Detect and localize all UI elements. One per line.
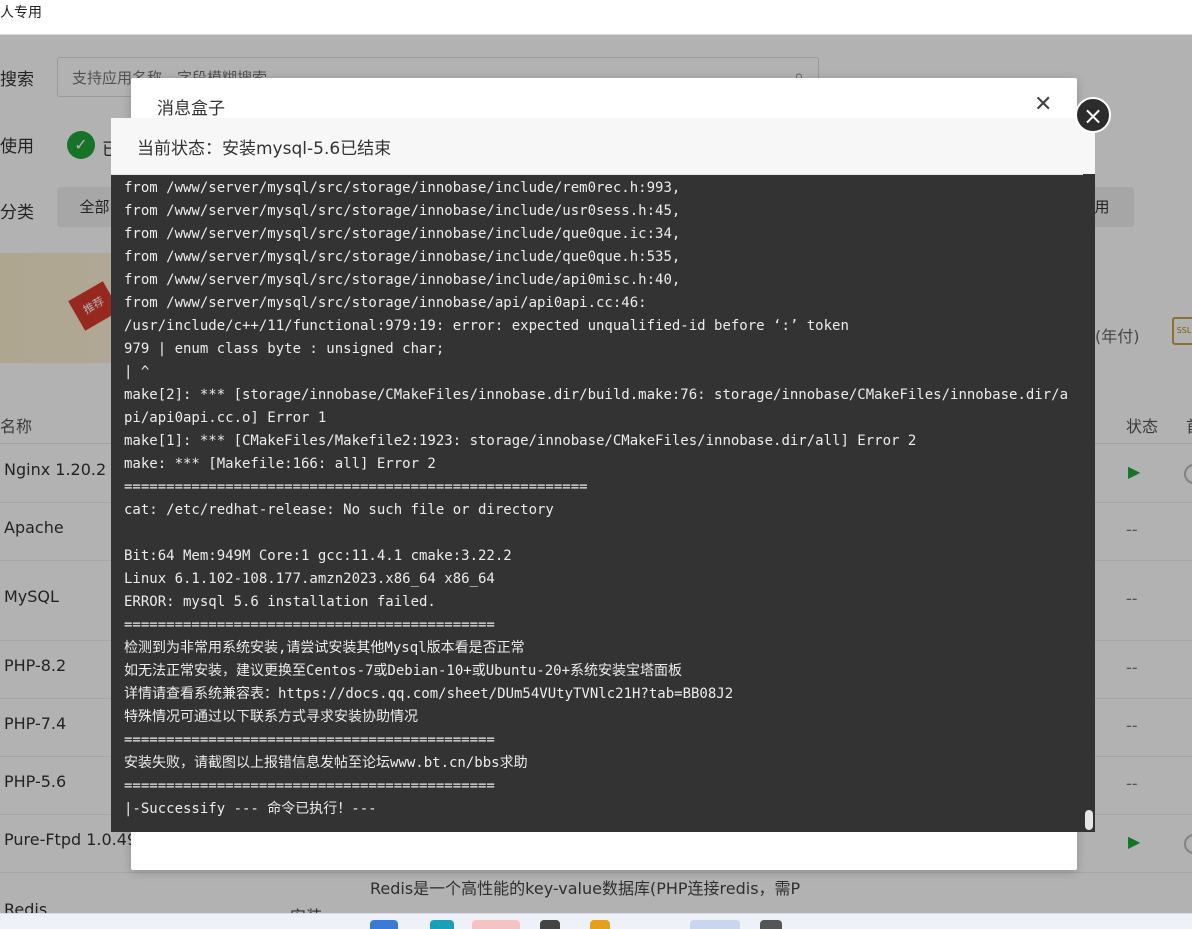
log-line: from /www/server/mysql/src/storage/innob… <box>124 295 647 311</box>
log-scrollbar[interactable] <box>1083 174 1095 832</box>
taskbar <box>0 913 1192 929</box>
log-line: Bit:64 Mem:949M Core:1 gcc:11.4.1 cmake:… <box>124 548 512 564</box>
close-icon[interactable]: ✕ <box>1034 92 1052 117</box>
log-line: from /www/server/mysql/src/storage/innob… <box>124 226 681 242</box>
log-line: ========================================… <box>124 617 495 633</box>
log-line: ERROR: mysql 5.6 installation failed. <box>124 594 436 610</box>
log-line: | ^ <box>124 364 150 380</box>
log-line: Linux 6.1.102-108.177.amzn2023.x86_64 x8… <box>124 571 495 587</box>
log-line: make[1]: *** [CMakeFiles/Makefile2:1923:… <box>124 433 917 449</box>
log-line: 979 | enum class byte : unsigned char; <box>124 341 445 357</box>
install-log-output[interactable]: from /www/server/mysql/src/storage/innob… <box>124 177 1074 827</box>
log-line: make[2]: *** [storage/innobase/CMakeFile… <box>124 387 1069 426</box>
log-line: 检测到为非常用系统安装,请尝试安装其他Mysql版本看是否正常 <box>124 640 525 656</box>
log-line: ========================================… <box>124 732 495 748</box>
log-line: ========================================… <box>124 479 588 495</box>
log-line: from /www/server/mysql/src/storage/innob… <box>124 249 681 265</box>
log-line: |-Successify --- 命令已执行！--- <box>124 801 377 817</box>
log-line: cat: /etc/redhat-release: No such file o… <box>124 502 554 518</box>
log-line: from /www/server/mysql/src/storage/innob… <box>124 203 681 219</box>
message-box-title: 消息盒子 <box>157 99 225 119</box>
install-log-dialog: 当前状态：安装mysql-5.6已结束 from /www/server/mys… <box>111 118 1095 832</box>
window-title: 人专用 <box>0 5 42 21</box>
log-line: make: *** [Makefile:166: all] Error 2 <box>124 456 436 472</box>
log-line: 安装失败，请截图以上报错信息发帖至论坛www.bt.cn/bbs求助 <box>124 755 528 771</box>
log-line: /usr/include/c++/11/functional:979:19: e… <box>124 318 849 334</box>
log-line: ========================================… <box>124 778 495 794</box>
log-line: 特殊情况可通过以下联系方式寻求安装协助情况 <box>124 709 418 725</box>
log-scrollbar-thumb[interactable] <box>1085 810 1093 830</box>
log-line: from /www/server/mysql/src/storage/innob… <box>124 272 681 288</box>
log-line: 如无法正常安装，建议更换至Centos-7或Debian-10+或Ubuntu-… <box>124 663 683 679</box>
log-line: 详情请查看系统兼容表：https://docs.qq.com/sheet/DUm… <box>124 686 734 702</box>
log-line: from /www/server/mysql/src/storage/innob… <box>124 180 681 196</box>
window-title-bar: 人专用 <box>0 0 1192 35</box>
dialog-header: 当前状态：安装mysql-5.6已结束 <box>111 118 1095 175</box>
install-status: 当前状态：安装mysql-5.6已结束 <box>137 139 392 159</box>
close-icon[interactable]: × <box>1075 97 1111 133</box>
